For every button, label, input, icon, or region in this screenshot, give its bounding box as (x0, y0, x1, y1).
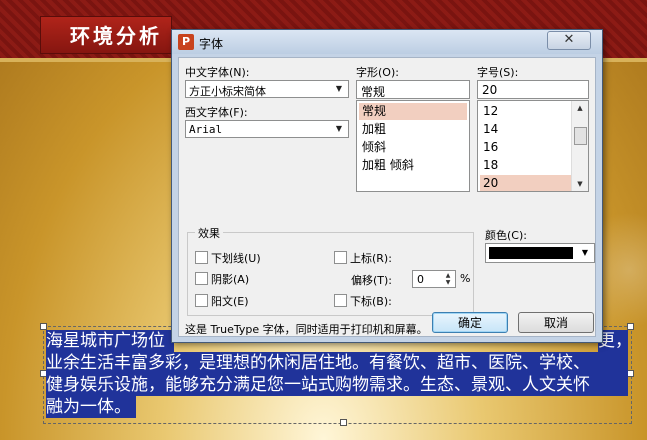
superscript-checkbox[interactable] (334, 251, 347, 264)
underline-checkbox[interactable] (195, 251, 208, 264)
color-swatch (489, 247, 573, 259)
size-input[interactable]: 20 (477, 80, 589, 99)
subscript-label: 下标(B): (350, 295, 392, 308)
size-input-value: 20 (482, 83, 498, 97)
shadow-label: 阴影(A) (211, 273, 250, 286)
size-option[interactable]: 14 (480, 121, 498, 138)
chevron-down-icon: ▼ (581, 248, 589, 257)
body-text-line-1[interactable]: 海星城市广场位 (46, 330, 174, 352)
dialog-title: 字体 (199, 37, 224, 51)
western-font-label: 西文字体(F): (185, 106, 248, 119)
size-label: 字号(S): (477, 66, 519, 79)
size-list[interactable]: 12 14 16 18 20 ▲ ▼ (477, 100, 589, 192)
shadow-checkbox[interactable] (195, 272, 208, 285)
style-option[interactable]: 倾斜 (359, 139, 386, 156)
style-option[interactable]: 加粗 (359, 121, 386, 138)
effects-label: 效果 (195, 225, 223, 241)
offset-label: 偏移(T): (351, 274, 393, 287)
chinese-font-value: 方正小标宋简体 (189, 85, 266, 98)
chinese-font-label: 中文字体(N): (185, 66, 250, 79)
size-option[interactable]: 12 (480, 103, 498, 120)
dialog-title-bar[interactable]: P 字体 ✕ (172, 30, 602, 54)
emboss-checkbox[interactable] (195, 294, 208, 307)
offset-value: 0 (417, 273, 424, 286)
dialog-body: 中文字体(N): 方正小标宋简体 ▼ 西文字体(F): Arial ▼ 字形(O… (178, 57, 596, 337)
subscript-checkbox[interactable] (334, 294, 347, 307)
resize-handle-tl[interactable] (40, 323, 47, 330)
body-text-line-3[interactable]: 健身娱乐设施，能够充分满足您一站式购物需求。生态、景观、人文关怀 (46, 374, 628, 396)
emboss-label: 阳文(E) (211, 295, 249, 308)
size-option[interactable]: 20 (480, 175, 571, 191)
body-text-line-2[interactable]: 业余生活丰富多彩，是理想的休闲居住地。有餐饮、超市、医院、学校、 (46, 352, 628, 374)
color-label: 颜色(C): (485, 229, 527, 242)
font-type-note: 这是 TrueType 字体，同时适用于打印机和屏幕。 (185, 323, 428, 336)
underline-label: 下划线(U) (211, 252, 261, 265)
body-text-line-4[interactable]: 融为一体。 (46, 396, 136, 418)
font-dialog: P 字体 ✕ 中文字体(N): 方正小标宋简体 ▼ 西文字体(F): Arial… (171, 29, 603, 343)
resize-handle-tr[interactable] (627, 323, 634, 330)
scroll-down-icon[interactable]: ▼ (572, 177, 588, 191)
scroll-up-icon[interactable]: ▲ (572, 101, 588, 115)
style-option[interactable]: 加粗 倾斜 (359, 157, 414, 174)
color-select[interactable]: ▼ (485, 243, 595, 263)
superscript-label: 上标(R): (350, 252, 392, 265)
style-option[interactable]: 常规 (359, 103, 467, 120)
chevron-down-icon: ▼ (335, 84, 343, 93)
style-input[interactable]: 常规 (356, 80, 470, 99)
scroll-thumb[interactable] (574, 127, 587, 145)
close-button[interactable]: ✕ (547, 31, 591, 50)
size-option[interactable]: 18 (480, 157, 498, 174)
offset-unit: % (460, 272, 471, 285)
chevron-down-icon: ▼ (335, 124, 343, 133)
western-font-select[interactable]: Arial ▼ (185, 120, 349, 138)
resize-handle-mr[interactable] (627, 370, 634, 377)
chinese-font-select[interactable]: 方正小标宋简体 ▼ (185, 80, 349, 98)
app-logo-icon: P (178, 34, 194, 50)
style-list[interactable]: 常规 加粗 倾斜 加粗 倾斜 (356, 100, 470, 192)
cancel-button[interactable]: 取消 (518, 312, 594, 333)
slide-title[interactable]: 环境分析 (70, 20, 162, 49)
ok-button[interactable]: 确定 (432, 312, 508, 333)
size-option[interactable]: 16 (480, 139, 498, 156)
size-list-scrollbar[interactable]: ▲ ▼ (571, 101, 588, 191)
western-font-value: Arial (189, 123, 223, 136)
offset-stepper[interactable]: 0 ▲ ▼ (412, 270, 456, 288)
decrement-icon[interactable]: ▼ (442, 279, 454, 286)
style-input-value: 常规 (361, 85, 386, 99)
resize-handle-bm[interactable] (340, 419, 347, 426)
increment-icon[interactable]: ▲ (442, 272, 454, 279)
style-label: 字形(O): (356, 66, 399, 79)
